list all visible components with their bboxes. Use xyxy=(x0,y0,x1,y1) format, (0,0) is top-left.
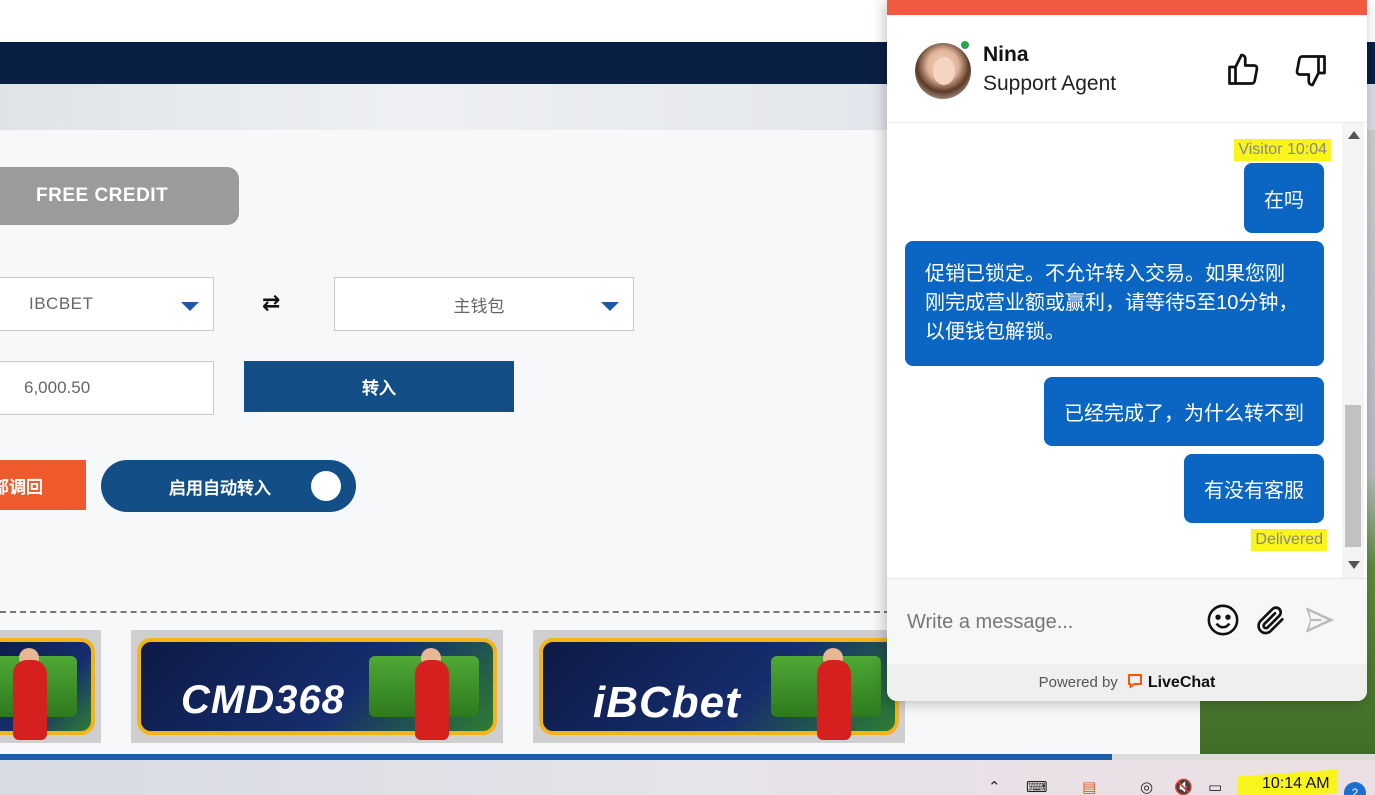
from-wallet-select[interactable]: IBCBET xyxy=(0,277,214,331)
app-icon[interactable]: ▤ xyxy=(1082,778,1096,795)
livechat-logo-icon xyxy=(1126,672,1144,694)
battery-icon[interactable]: ▭ xyxy=(1208,778,1222,795)
taskbar-clock[interactable]: 10:14 AM xyxy=(1262,775,1330,793)
online-status-dot xyxy=(959,39,971,51)
message-composer xyxy=(887,578,1367,664)
game-card-cmd368[interactable]: CMD368 xyxy=(131,630,503,743)
auto-transfer-label: 启用自动转入 xyxy=(169,478,271,498)
agent-name: Nina xyxy=(983,43,1029,66)
livechat-widget: Nina Support Agent Visitor 10:04 在吗 促销已锁… xyxy=(887,0,1367,701)
agent-role: Support Agent xyxy=(983,72,1117,95)
game-card-frame: iBCbet xyxy=(539,638,899,740)
emoji-button[interactable] xyxy=(1205,603,1241,639)
smiley-icon xyxy=(1207,604,1239,636)
taskbar xyxy=(0,760,1375,795)
delivered-status: Delivered xyxy=(1251,529,1327,551)
attach-file-button[interactable] xyxy=(1253,603,1289,639)
livechat-brand[interactable]: LiveChat xyxy=(1148,674,1216,692)
avatar-face xyxy=(933,57,955,85)
to-wallet-value: 主钱包 xyxy=(453,296,505,316)
volume-muted-icon[interactable]: 🔇 xyxy=(1174,778,1193,795)
swap-icon[interactable]: ⇄ xyxy=(262,290,280,316)
send-icon xyxy=(1305,607,1335,633)
visitor-timestamp: Visitor 10:04 xyxy=(1234,139,1331,161)
game-card-sports[interactable] xyxy=(0,630,101,743)
player-figure xyxy=(415,660,449,740)
chevron-down-icon xyxy=(601,302,619,311)
message-input[interactable] xyxy=(907,607,1197,637)
recall-all-button[interactable]: 部调回 xyxy=(0,460,86,510)
send-button[interactable] xyxy=(1301,603,1337,639)
visitor-message: 有没有客服 xyxy=(1184,454,1324,523)
game-card-frame: CMD368 xyxy=(137,638,497,740)
chevron-down-icon xyxy=(181,302,199,311)
avatar xyxy=(915,43,971,99)
visitor-message: 已经完成了，为什么转不到 xyxy=(1044,377,1324,446)
agent-message: 促销已锁定。不允许转入交易。如果您刚刚完成营业额或赢利，请等待5至10分钟，以便… xyxy=(905,241,1324,366)
thumbs-up-icon xyxy=(1228,53,1259,85)
player-figure xyxy=(13,660,47,740)
thumbs-down-icon xyxy=(1295,54,1326,86)
auto-transfer-toggle[interactable]: 启用自动转入 xyxy=(101,460,356,512)
toggle-knob xyxy=(311,471,341,501)
scroll-down-icon[interactable] xyxy=(1348,561,1360,569)
thumbs-up-button[interactable] xyxy=(1223,51,1263,91)
wifi-icon[interactable]: ◎ xyxy=(1140,778,1153,795)
transfer-in-button[interactable]: 转入 xyxy=(244,361,514,412)
ibcbet-logo: iBCbet xyxy=(593,678,741,727)
chat-messages: Visitor 10:04 在吗 促销已锁定。不允许转入交易。如果您刚刚完成营业… xyxy=(887,123,1367,578)
to-wallet-select[interactable]: 主钱包 xyxy=(334,277,634,331)
scroll-thumb[interactable] xyxy=(1345,405,1361,547)
chat-accent-bar xyxy=(887,0,1367,15)
divider xyxy=(0,611,890,613)
chat-header: Nina Support Agent xyxy=(887,15,1367,123)
player-figure xyxy=(817,660,851,740)
paperclip-icon xyxy=(1257,606,1284,635)
amount-input[interactable] xyxy=(0,361,214,415)
thumbs-down-button[interactable] xyxy=(1291,51,1331,91)
from-wallet-value: IBCBET xyxy=(29,294,94,313)
powered-by-footer: Powered by LiveChat xyxy=(887,664,1367,701)
scroll-up-icon[interactable] xyxy=(1348,131,1360,139)
cmd368-logo: CMD368 xyxy=(181,678,345,722)
game-card-frame xyxy=(0,638,95,740)
game-card-ibcbet[interactable]: iBCbet xyxy=(533,630,905,743)
free-credit-button[interactable]: FREE CREDIT xyxy=(0,167,239,225)
keyboard-icon[interactable]: ⌨ xyxy=(1026,778,1048,795)
chevron-up-icon[interactable]: ⌃ xyxy=(988,778,1001,795)
visitor-message: 在吗 xyxy=(1244,163,1324,233)
powered-by-text: Powered by xyxy=(1038,674,1118,691)
